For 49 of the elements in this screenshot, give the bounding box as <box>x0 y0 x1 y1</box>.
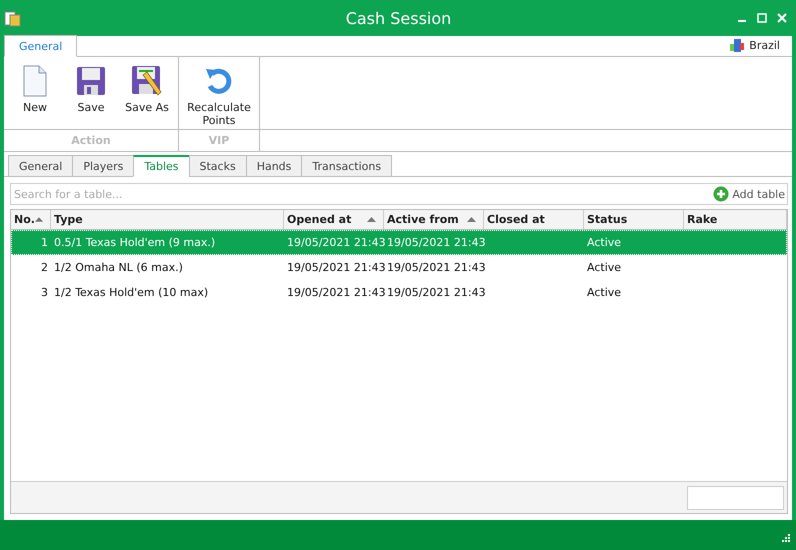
plus-circle-icon <box>713 186 730 202</box>
table-cell-text: 3 <box>40 286 49 299</box>
tab[interactable]: Tables <box>133 155 190 177</box>
tab[interactable]: Transactions <box>301 155 392 177</box>
table-cell-text: 1/2 Texas Hold'em (10 max) <box>53 286 210 299</box>
table-cell-text: 19/05/2021 21:43 <box>386 261 484 274</box>
add-table-button[interactable]: Add table <box>711 186 787 202</box>
table-cell-text: Active <box>586 286 622 299</box>
floppy-disk-pencil-icon <box>131 65 163 97</box>
table-cell-text: 19/05/2021 21:43 <box>286 286 384 299</box>
close-button[interactable] <box>776 12 788 24</box>
table-cell-text: 19/05/2021 21:43 <box>286 261 384 274</box>
playing-cards-icon <box>4 10 21 26</box>
table-cell-text: 19/05/2021 21:43 <box>286 236 384 249</box>
table-cell-text: 19/05/2021 21:43 <box>386 286 484 299</box>
table-cell-text: 1/2 Omaha NL (6 max.) <box>53 261 184 274</box>
column-header[interactable]: Closed at <box>484 210 584 229</box>
tab[interactable]: General <box>8 155 74 177</box>
resize-grip-icon[interactable] <box>780 534 790 544</box>
ribbon-button[interactable]: Save <box>64 61 118 129</box>
table-cell-text: 0.5/1 Texas Hold'em (9 max.) <box>53 236 216 249</box>
ribbon-button[interactable]: Save As <box>120 61 174 129</box>
column-header[interactable]: Rake <box>684 210 787 229</box>
column-header[interactable]: Active from <box>384 210 484 229</box>
close-icon <box>777 13 787 23</box>
tab[interactable]: Stacks <box>188 155 247 177</box>
tab[interactable]: Players <box>72 155 134 177</box>
region-label: Brazil <box>749 38 780 52</box>
table-cell-text: 2 <box>40 261 49 274</box>
table-cell-text: 1 <box>40 236 49 249</box>
tab[interactable]: Hands <box>246 155 302 177</box>
document-icon <box>23 65 47 97</box>
table-cell-text: Active <box>586 236 622 249</box>
column-header[interactable]: No. <box>11 210 51 229</box>
table-cell-text: Active <box>586 261 622 274</box>
window-title: Cash Session <box>344 8 452 28</box>
table-cell-text: 19/05/2021 21:43 <box>386 236 484 249</box>
ribbon-tab[interactable]: General <box>4 35 78 57</box>
maximize-button[interactable] <box>756 12 768 24</box>
column-header[interactable]: Type <box>51 210 284 229</box>
ribbon-button[interactable]: New <box>8 61 62 129</box>
minimize-icon <box>738 20 746 22</box>
refresh-icon <box>204 66 234 96</box>
column-header[interactable]: Status <box>584 210 684 229</box>
ribbon-button[interactable]: Recalculate Points <box>183 61 255 129</box>
maximize-icon <box>757 13 767 23</box>
column-header[interactable]: Opened at <box>284 210 384 229</box>
search-bar[interactable]: Search for a table... Add table <box>10 183 788 205</box>
search-field[interactable]: Search for a table... <box>11 184 712 204</box>
